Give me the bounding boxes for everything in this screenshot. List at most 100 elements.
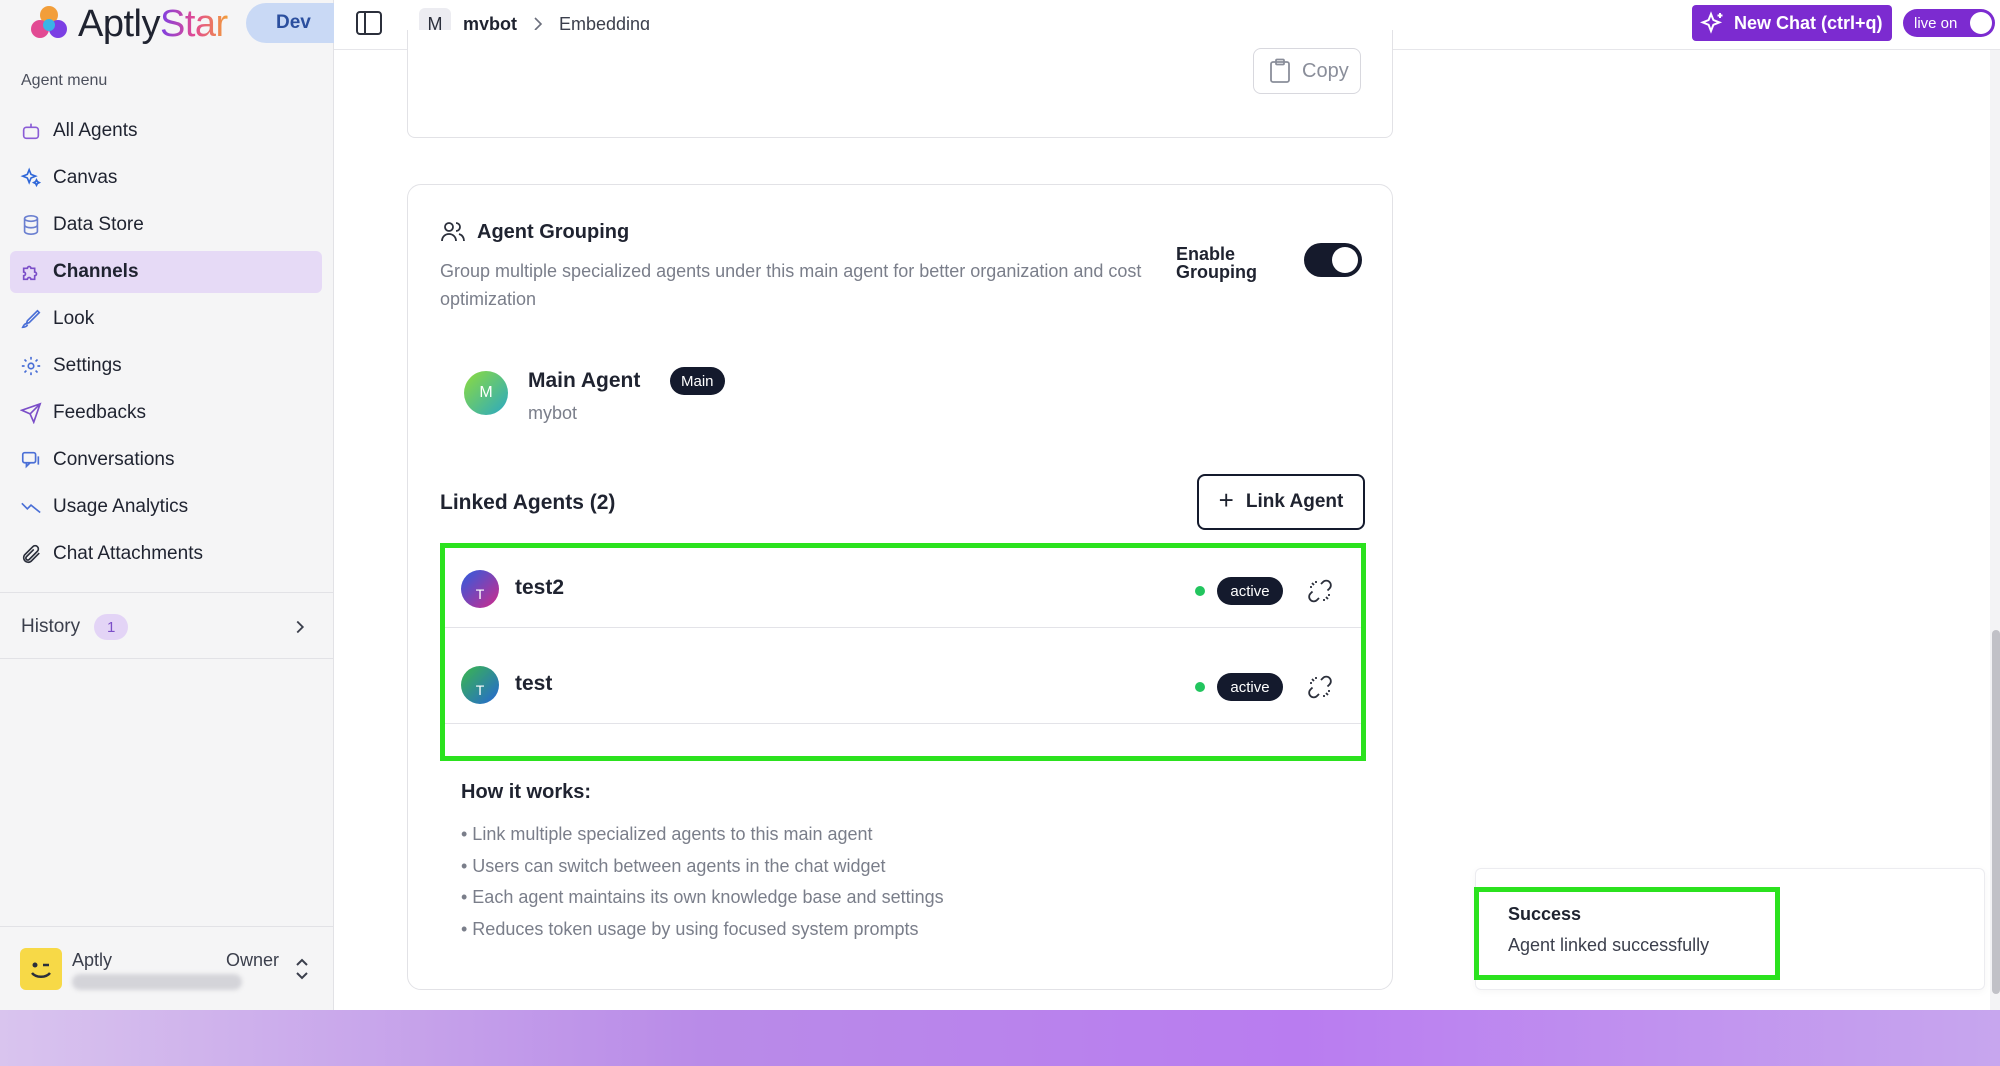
enable-label-line: Enable [1176,244,1236,264]
new-chat-button[interactable]: New Chat (ctrl+q) [1692,5,1892,41]
history-count-badge: 1 [94,614,129,640]
how-it-works-title: How it works: [461,781,592,803]
sparkles-icon [1700,11,1723,34]
history-label: History [21,616,81,637]
new-chat-label: New Chat (ctrl+q) [1734,12,1883,33]
agent-name: test [515,672,553,695]
bot-icon [22,123,40,140]
sidebar-item-all-agents[interactable]: All Agents [10,110,322,152]
env-badge: Dev [246,3,342,43]
agent-name: test2 [515,576,565,599]
linked-agents-title: Linked Agents (2) [440,491,616,514]
linked-agents-list: T test2 active T test active [440,543,1366,761]
sidebar-item-channels[interactable]: Channels [10,251,322,293]
scrollbar-thumb[interactable] [1992,630,2000,994]
list-item: T test2 active [445,548,1361,628]
sidebar-item-label: Channels [53,261,139,282]
switch-knob [1332,247,1358,273]
sidebar-item-usage-analytics[interactable]: Usage Analytics [10,486,322,528]
chevron-up-down-icon [296,958,308,980]
avatar: T [461,570,499,608]
brand[interactable]: AptlyStar [28,2,228,45]
link-agent-label: Link Agent [1245,491,1344,512]
agent-grouping-header: Agent Grouping [440,219,629,245]
divider [0,592,334,593]
agent-grouping-card: Agent Grouping Group multiple specialize… [407,184,1393,990]
copy-button[interactable]: Copy [1253,48,1361,94]
divider [0,926,334,927]
status-badge: active [1217,577,1283,605]
plus-icon: + [1218,484,1234,515]
sidebar-item-label: Conversations [53,449,175,470]
unlink-icon[interactable] [1307,578,1333,604]
main-badge: Main [670,367,725,395]
sidebar-item-label: Data Store [53,214,144,235]
avatar: T [461,666,499,704]
sidebar: AptlyStar Dev Agent menu All Agents Canv… [0,0,342,1010]
chat-icon [21,451,40,469]
avatar: M [464,371,508,415]
list-item: • Link multiple specialized agents to th… [461,824,873,844]
status-dot [1195,682,1205,692]
sidebar-item-chat-attachments[interactable]: Chat Attachments [10,533,322,575]
toast-title: Success [1508,904,1582,924]
menu-title: Agent menu [21,72,108,89]
sidebar-item-label: Feedbacks [53,402,146,423]
list-item: • Reduces token usage by using focused s… [461,918,919,939]
database-icon [23,215,39,235]
sidebar-item-label: Settings [53,355,122,376]
paperclip-icon [22,544,40,564]
main-agent-name: Main Agent [528,369,641,392]
agent-menu: All Agents Canvas Data Store Channels Lo… [10,110,322,580]
sidebar-item-label: Canvas [53,167,118,188]
sidebar-item-label: Usage Analytics [53,496,189,517]
sidebar-item-look[interactable]: Look [10,298,322,340]
history-toggle[interactable]: History 1 [21,612,311,642]
chevron-right-icon [296,620,305,634]
sidebar-item-label: Chat Attachments [53,543,203,564]
list-item: • Each agent maintains its own knowledge… [461,887,944,907]
user-name: Aptly [72,950,113,970]
live-toggle[interactable]: live on [1903,9,1995,37]
enable-grouping-switch[interactable] [1304,243,1362,277]
enable-label-line: Grouping [1176,262,1257,282]
bottom-gradient-band [0,1010,2000,1066]
embed-code-card [407,30,1393,138]
user-email-redacted [72,974,242,990]
brush-icon [21,309,41,329]
sidebar-item-data-store[interactable]: Data Store [10,204,322,246]
list-item: T test active [445,644,1361,724]
copy-label: Copy [1302,59,1349,82]
chevron-right-icon [534,17,543,31]
sidebar-item-conversations[interactable]: Conversations [10,439,322,481]
link-agent-button[interactable]: + Link Agent [1197,474,1365,530]
list-item: • Users can switch between agents in the… [461,855,886,876]
unlink-icon[interactable] [1307,674,1333,700]
gear-icon [21,356,41,376]
status-dot [1195,586,1205,596]
send-icon [20,402,42,424]
avatar [20,948,62,990]
puzzle-icon [22,265,38,281]
users-icon [441,222,465,242]
toast-message: Agent linked successfully [1508,935,1710,955]
how-it-works-list: • Link multiple specialized agents to th… [461,819,944,945]
live-toggle-label: live on [1914,14,1958,32]
trend-icon [21,502,41,514]
sidebar-item-settings[interactable]: Settings [10,345,322,387]
sidebar-toggle-icon[interactable] [354,8,384,38]
brand-name: AptlyStar [78,2,228,45]
toast-highlight [1474,887,1780,980]
sparkles-icon [20,167,42,188]
user-menu[interactable]: Aptly Owner [20,944,320,996]
user-role: Owner [226,950,280,970]
sidebar-item-label: All Agents [53,120,138,141]
brand-logo-icon [28,3,70,45]
toggle-knob [1970,12,1992,34]
sidebar-item-label: Look [53,308,95,329]
enable-grouping-label: Enable Grouping [1176,245,1257,281]
section-description: Group multiple specialized agents under … [440,261,1142,309]
sidebar-item-feedbacks[interactable]: Feedbacks [10,392,322,434]
main-agent-bot: mybot [528,403,578,423]
sidebar-item-canvas[interactable]: Canvas [10,157,322,199]
